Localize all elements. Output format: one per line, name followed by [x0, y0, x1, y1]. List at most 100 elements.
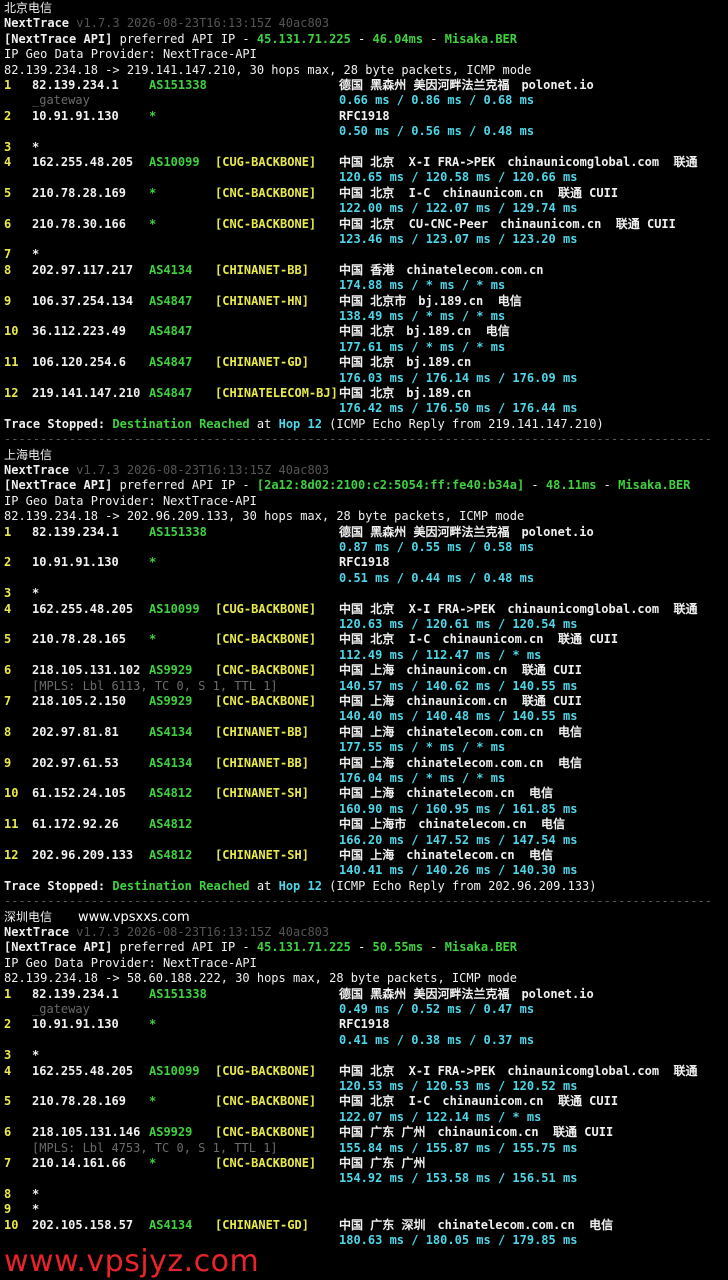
- geo-provider-text: IP Geo Data Provider: NextTrace-API: [4, 47, 257, 62]
- api-latency: 46.04ms: [372, 31, 424, 46]
- hop-ip: 106.37.254.134: [32, 293, 134, 308]
- hop-asn: AS9929: [149, 694, 193, 708]
- route-text: 82.139.234.18 -> 202.96.209.133, 30 hops…: [4, 509, 525, 524]
- hop-tag: [CUG-BACKBONE]: [215, 155, 317, 169]
- hop-number: 1: [4, 986, 12, 1001]
- hop-tag: [CUG-BACKBONE]: [215, 601, 317, 616]
- api-text: preferred API IP -: [112, 478, 257, 493]
- hop-number: 9: [4, 755, 12, 770]
- separator: ----------------------------------------…: [4, 432, 712, 447]
- hop-ip: 10.91.91.130: [32, 108, 119, 123]
- hop-tag: [CNC-BACKBONE]: [215, 1156, 317, 1170]
- hop-domain: chinatelecom.cn 电信: [406, 786, 554, 801]
- api-line: [NextTrace API] preferred API IP - 45.13…: [4, 32, 517, 47]
- section-title-text: 深圳电信: [4, 909, 53, 924]
- route-line: 82.139.234.18 -> 202.96.209.133, 30 hops…: [4, 509, 524, 524]
- hop-number: 8: [4, 1186, 12, 1201]
- hop-extra: _gateway: [32, 1002, 90, 1016]
- hop-domain: chinatelecom.com.cn 电信: [406, 755, 582, 770]
- hop-geo: 中国 北京 CU-CNC-Peer chinaunicom.cn 联通 CUII: [339, 216, 676, 231]
- hop-asn: *: [149, 108, 157, 123]
- hop-rtt: 180.63 ms / 180.05 ms / 179.85 ms: [339, 1233, 578, 1247]
- hop-number: 5: [4, 1094, 12, 1109]
- hop-number: 12: [4, 848, 19, 862]
- app-header: NextTrace v1.7.3 2026-08-23T16:13:15Z 40…: [4, 925, 329, 940]
- api-ip: 45.131.71.225: [256, 940, 351, 955]
- hop-ip: 10.91.91.130: [32, 1017, 119, 1032]
- route-text: 82.139.234.18 -> 58.60.188.222, 30 hops …: [4, 971, 517, 986]
- hop-geo: 中国 上海 chinatelecom.cn 电信: [339, 786, 554, 801]
- api-latency: 48.11ms: [545, 478, 597, 493]
- api-dash: -: [350, 940, 373, 955]
- hop-geo: 中国 北京 X-I FRA->PEK chinaunicomglobal.com …: [339, 601, 698, 616]
- hop-asn: AS10099: [149, 1063, 200, 1078]
- hop-number: 11: [4, 817, 19, 832]
- hop-ip: 219.141.147.210: [32, 386, 141, 400]
- hop-rtt: 0.49 ms / 0.52 ms / 0.47 ms: [339, 1002, 535, 1016]
- watermark-bottom: www.vpsjyz.com: [4, 1244, 260, 1279]
- hop-geo: 中国 上海 chinatelecom.com.cn 电信: [339, 724, 582, 739]
- api-latency: 50.55ms: [372, 940, 424, 955]
- api-dash: -: [596, 478, 619, 493]
- hop-tag: [CHINANET-HN]: [215, 293, 309, 308]
- hop-tag: [CNC-BACKBONE]: [215, 663, 317, 678]
- hop-rtt: 176.04 ms / * ms / * ms: [339, 771, 506, 785]
- api-dash: -: [423, 940, 445, 955]
- separator-line: ----------------------------------------…: [4, 894, 713, 909]
- hop-rtt: 122.07 ms / 122.14 ms / * ms: [339, 1109, 542, 1124]
- hop-ip: 82.139.234.1: [32, 78, 119, 92]
- hop-extra: [MPLS: Lbl 4753, TC 0, S 1, TTL 1]: [32, 1140, 278, 1155]
- hop-geo: 中国 广东 广州 chinaunicom.cn 联通 CUII: [339, 1125, 614, 1140]
- hop-ip: 61.152.24.105: [32, 786, 126, 801]
- hop-asn: AS10099: [149, 155, 200, 169]
- route-line: 82.139.234.18 -> 219.141.147.210, 30 hop…: [4, 63, 531, 78]
- destination-hop: Hop 12: [278, 878, 322, 893]
- hop-asn: AS4812: [149, 786, 193, 801]
- app-name: NextTrace: [4, 463, 70, 477]
- section-title-text: 上海电信: [4, 447, 53, 462]
- hop-domain: chinaunicom.cn 联通 CUII: [442, 632, 619, 647]
- app-name: NextTrace: [4, 925, 70, 939]
- hop-number: 4: [4, 155, 12, 169]
- hop-ip: 82.139.234.1: [32, 986, 119, 1001]
- hop-geo: 中国 上海 chinaunicom.cn 联通 CUII: [339, 694, 582, 708]
- hop-rtt: 0.50 ms / 0.56 ms / 0.48 ms: [339, 124, 535, 139]
- hop-rtt: 155.84 ms / 155.87 ms / 155.75 ms: [339, 1140, 578, 1155]
- app-version: v1.7.3 2026-08-23T16:13:15Z 40ac803: [76, 16, 330, 31]
- hop-rtt: 154.92 ms / 153.58 ms / 156.51 ms: [339, 1171, 578, 1186]
- stopped-label: Trace Stopped:: [4, 416, 106, 431]
- app-name: NextTrace: [4, 16, 70, 31]
- hop-asn: AS151338: [149, 524, 207, 539]
- hop-geo: 中国 上海 chinatelecom.com.cn 电信: [339, 755, 582, 770]
- hop-rtt: 123.46 ms / 123.07 ms / 123.20 ms: [339, 232, 578, 246]
- hop-number: 7: [4, 694, 12, 708]
- hop-number: 5: [4, 632, 12, 647]
- hop-asn: AS4812: [149, 817, 193, 832]
- destination-reached: Destination Reached: [112, 878, 250, 893]
- hop-number: 6: [4, 663, 12, 678]
- hop-asn: AS10099: [149, 601, 200, 616]
- hop-geo: 中国 北京 bj.189.cn: [339, 355, 472, 370]
- api-dash: -: [350, 31, 373, 46]
- hop-rtt: 140.57 ms / 140.62 ms / 140.55 ms: [339, 678, 578, 693]
- hop-domain: chinaunicom.cn 联通 CUII: [406, 663, 582, 678]
- hop-geo: 中国 北京 I-C chinaunicom.cn 联通 CUII: [339, 185, 619, 200]
- hop-domain: bj.189.cn: [406, 386, 472, 400]
- hop-number: 4: [4, 1063, 12, 1078]
- hop-ip: 162.255.48.205: [32, 155, 134, 169]
- hop-ip: 36.112.223.49: [32, 324, 126, 339]
- hop-number: 1: [4, 78, 12, 92]
- hop-tag: [CHINANET-GD]: [215, 355, 309, 370]
- hop-tag: [CNC-BACKBONE]: [215, 694, 317, 708]
- hop-tag: [CHINATELECOM-BJ]: [215, 386, 338, 400]
- hop-geo: 中国 上海 chinatelecom.cn 电信: [339, 848, 554, 862]
- hop-domain: chinatelecom.cn 电信: [418, 817, 566, 832]
- hop-rtt: 160.90 ms / 160.95 ms / 161.85 ms: [339, 801, 578, 816]
- watermark-top: www.vpsxxs.com: [78, 909, 190, 925]
- hop-rtt: 166.20 ms / 147.52 ms / 147.54 ms: [339, 832, 578, 847]
- destination-reached: Destination Reached: [112, 416, 250, 431]
- hop-number: 10: [4, 324, 19, 339]
- hop-tag: [CHINANET-SH]: [215, 848, 309, 862]
- hop-rtt: 112.49 ms / 112.47 ms / * ms: [339, 647, 542, 662]
- hop-rtt: 176.03 ms / 176.14 ms / 176.09 ms: [339, 370, 578, 385]
